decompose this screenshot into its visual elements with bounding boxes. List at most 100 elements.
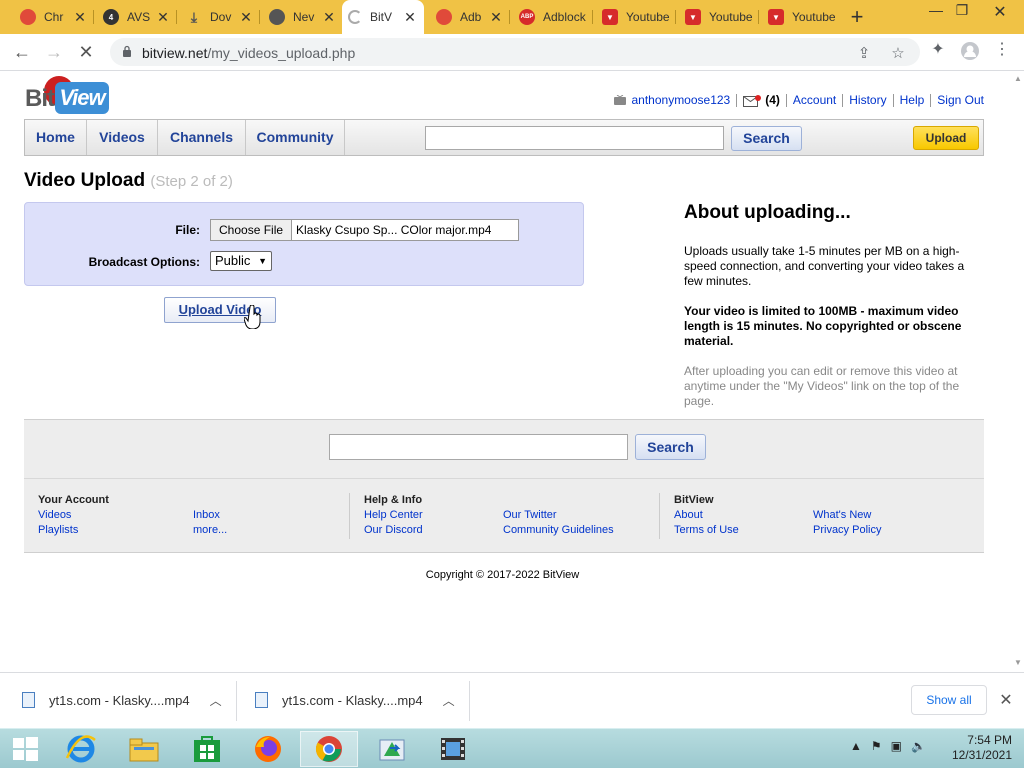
browser-tab[interactable]: ▼ Youtube — [762, 4, 842, 30]
clock-date: 12/31/2021 — [951, 748, 1012, 762]
footer-help-center-link[interactable]: Help Center — [364, 509, 423, 521]
footer-whats-new-link[interactable]: What's New — [813, 509, 871, 521]
username-link[interactable]: anthonymoose123 — [631, 93, 730, 107]
profile-avatar-icon[interactable] — [960, 41, 980, 61]
tab-title: Dov — [210, 10, 232, 24]
footer-search-button[interactable]: Search — [635, 434, 706, 460]
new-tab-button[interactable]: + — [846, 6, 868, 28]
show-all-downloads-button[interactable]: Show all — [911, 685, 987, 715]
footer-videos-link[interactable]: Videos — [38, 509, 71, 521]
nav-community[interactable]: Community — [246, 120, 345, 155]
converter-taskbar-button[interactable] — [363, 731, 421, 767]
file-label: File: — [175, 223, 200, 237]
video-editor-taskbar-button[interactable] — [424, 731, 482, 767]
inbox-envelope-icon[interactable] — [743, 94, 762, 107]
close-tab-icon[interactable]: ✕ — [321, 9, 337, 25]
page-scrollbar[interactable]: ▲ ▼ — [1012, 72, 1024, 672]
browser-tab[interactable]: ▼ Youtube — [596, 4, 676, 30]
close-tab-icon[interactable]: ✕ — [238, 9, 254, 25]
selected-file-name: Klasky Csupo Sp... COlor major.mp4 — [296, 223, 492, 237]
footer-privacy-link[interactable]: Privacy Policy — [813, 524, 881, 536]
footer-terms-link[interactable]: Terms of Use — [674, 524, 739, 536]
close-tab-icon[interactable]: ✕ — [155, 9, 171, 25]
chevron-up-icon[interactable]: ︿ — [210, 692, 222, 709]
choose-file-button[interactable]: Choose File — [211, 220, 293, 240]
browser-tab[interactable]: Nev ✕ — [263, 4, 343, 30]
video-file-icon — [255, 692, 268, 708]
nav-channels[interactable]: Channels — [158, 120, 246, 155]
extensions-icon[interactable]: ✦ — [928, 41, 948, 61]
footer-bitview-heading: BitView — [674, 494, 714, 506]
menu-kebab-icon[interactable]: ⋮ — [992, 41, 1012, 61]
converter-app-icon — [379, 739, 405, 761]
help-link[interactable]: Help — [900, 93, 925, 107]
store-taskbar-button[interactable] — [178, 731, 236, 767]
browser-tab[interactable]: ⤓ Dov ✕ — [180, 4, 260, 30]
volume-icon[interactable]: 🔈 — [911, 739, 926, 753]
browser-tab[interactable]: Chr ✕ — [14, 4, 94, 30]
internet-explorer-taskbar-button[interactable] — [52, 731, 110, 767]
chevron-up-icon[interactable]: ︿ — [443, 692, 455, 709]
step-indicator: (Step 2 of 2) — [150, 173, 233, 190]
address-bar[interactable]: bitview.net/my_videos_upload.php ⇪ ☆ — [110, 38, 920, 66]
file-explorer-taskbar-button[interactable] — [115, 731, 173, 767]
chrome-taskbar-button[interactable] — [300, 731, 358, 767]
lock-icon — [123, 45, 131, 57]
browser-tab[interactable]: ABP Adblock — [513, 4, 593, 30]
user-links: anthonymoose123 (4) Account History Help… — [613, 93, 984, 107]
browser-tab[interactable]: ▼ Youtube — [679, 4, 759, 30]
firefox-taskbar-button[interactable] — [239, 731, 297, 767]
nav-videos[interactable]: Videos — [87, 120, 158, 155]
footer-search-input[interactable] — [329, 434, 628, 460]
bitview-logo[interactable]: View Bit — [24, 76, 114, 118]
header-upload-button[interactable]: Upload — [913, 126, 979, 150]
scroll-down-icon[interactable]: ▼ — [1014, 658, 1022, 667]
footer-guidelines-link[interactable]: Community Guidelines — [503, 524, 614, 536]
close-window-icon[interactable]: ✕ — [985, 2, 1015, 22]
network-icon[interactable]: ▣ — [891, 739, 902, 753]
footer-discord-link[interactable]: Our Discord — [364, 524, 423, 536]
youtube-tab-icon: ▼ — [768, 9, 784, 25]
footer-inbox-link[interactable]: Inbox — [193, 509, 220, 521]
close-shelf-icon[interactable]: ✕ — [997, 690, 1015, 710]
account-link[interactable]: Account — [793, 93, 836, 107]
inbox-count[interactable]: (4) — [765, 93, 780, 107]
footer-playlists-link[interactable]: Playlists — [38, 524, 78, 536]
browser-tab-active[interactable]: BitV ✕ — [342, 0, 424, 34]
close-tab-icon[interactable]: ✕ — [402, 9, 418, 25]
tab-title: BitV — [370, 10, 393, 24]
broadcast-options-select[interactable]: Public ▼ — [210, 251, 272, 271]
footer-about-link[interactable]: About — [674, 509, 703, 521]
start-button[interactable] — [0, 731, 50, 767]
close-tab-icon[interactable]: ✕ — [72, 9, 88, 25]
firefox-icon — [255, 736, 281, 762]
bookmark-star-icon[interactable]: ☆ — [888, 44, 908, 62]
download-tab-icon: ⤓ — [190, 8, 198, 25]
action-center-flag-icon[interactable]: ⚑ — [871, 739, 882, 753]
close-tab-icon[interactable]: ✕ — [488, 9, 504, 25]
back-icon[interactable]: ← — [10, 40, 34, 64]
download-file-name: yt1s.com - Klasky....mp4 — [282, 692, 423, 708]
file-input[interactable]: Choose File Klasky Csupo Sp... COlor maj… — [210, 219, 519, 241]
footer-twitter-link[interactable]: Our Twitter — [503, 509, 557, 521]
download-item[interactable]: yt1s.com - Klasky....mp4 ︿ — [255, 685, 455, 715]
history-link[interactable]: History — [849, 93, 886, 107]
sign-out-link[interactable]: Sign Out — [937, 93, 984, 107]
share-icon[interactable]: ⇪ — [854, 44, 874, 62]
browser-tab[interactable]: Adb ✕ — [430, 4, 510, 30]
avs-tab-icon: 4 — [103, 9, 119, 25]
scroll-up-icon[interactable]: ▲ — [1014, 74, 1022, 83]
restore-icon[interactable]: ❐ — [947, 2, 977, 19]
chevron-down-icon: ▼ — [258, 256, 267, 266]
system-clock[interactable]: 7:54 PM 12/31/2021 — [950, 733, 1012, 763]
footer-more-link[interactable]: more... — [193, 524, 227, 536]
tab-title: AVS — [127, 10, 151, 24]
show-hidden-icons-icon[interactable]: ▲ — [850, 739, 862, 753]
browser-tab[interactable]: 4 AVS ✕ — [97, 4, 177, 30]
header-search-button[interactable]: Search — [731, 126, 802, 151]
header-search-input[interactable] — [425, 126, 724, 150]
forward-icon[interactable]: → — [42, 40, 66, 64]
download-item[interactable]: yt1s.com - Klasky....mp4 ︿ — [22, 685, 222, 715]
nav-home[interactable]: Home — [25, 120, 87, 155]
stop-loading-icon[interactable]: ✕ — [74, 40, 98, 64]
